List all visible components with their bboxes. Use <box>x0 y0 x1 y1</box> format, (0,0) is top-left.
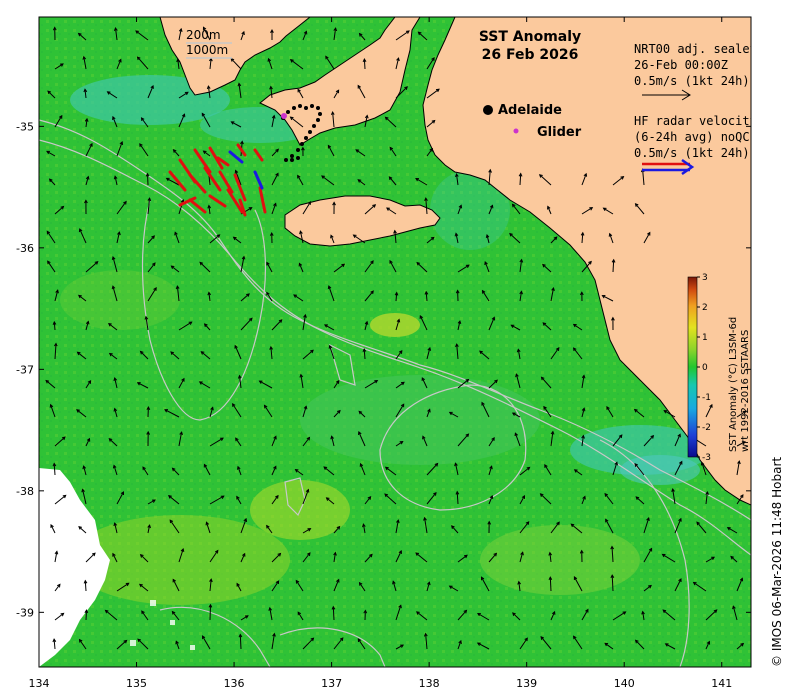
glider-position-marker <box>281 113 287 119</box>
radar-info-line3: 0.5m/s (1kt 24h) <box>634 146 750 160</box>
colorbar-title-line2: wrt 1992-2016 SSTAARS <box>740 330 751 452</box>
map-title-line1: SST Anomaly <box>479 29 581 45</box>
sealevel-info-line3: 0.5m/s (1kt 24h) <box>634 74 750 88</box>
adelaide-label: Adelaide <box>498 103 562 118</box>
velocity-arrow <box>239 634 242 650</box>
x-axis-labels: 134 135 136 137 138 139 140 141 <box>29 677 733 690</box>
sealevel-info-line2: 26-Feb 00:00Z <box>634 58 728 72</box>
colorbar-tick-label: -1 <box>702 393 711 403</box>
glider-label: Glider <box>537 125 582 140</box>
radar-info-line2: (6-24h avg) noQC <box>634 130 750 144</box>
depth-legend-200m: 200m <box>186 28 221 42</box>
colorbar-tick-label: -3 <box>702 453 711 463</box>
y-tick-label: -39 <box>16 606 34 619</box>
map-title-line2: 26 Feb 2026 <box>482 47 579 63</box>
colorbar-title-line1: SST Anomaly (°C) L3SM-6d <box>728 317 739 452</box>
x-tick-label: 140 <box>614 677 635 690</box>
radar-info-line1: HF radar velocity <box>634 114 757 128</box>
y-axis-labels: -35 -36 -37 -38 -39 <box>16 120 34 619</box>
velocity-arrow <box>209 604 211 621</box>
colorbar-tick-label: 3 <box>702 273 708 283</box>
x-tick-label: 141 <box>711 677 732 690</box>
x-tick-label: 134 <box>29 677 50 690</box>
y-tick-label: -37 <box>16 363 34 376</box>
x-tick-label: 139 <box>516 677 537 690</box>
colorbar-tick-label: 1 <box>702 333 708 343</box>
colorbar <box>687 276 698 458</box>
glider-legend-marker <box>513 128 519 134</box>
y-tick-label: -38 <box>16 485 34 498</box>
x-tick-label: 136 <box>224 677 245 690</box>
map-plot-area: Adelaide Glider 200m 1000m SST Anomaly 2… <box>39 17 757 667</box>
y-tick-label: -35 <box>16 120 34 133</box>
x-tick-label: 138 <box>419 677 440 690</box>
credit-text: © IMOS 06-Mar-2026 11:48 Hobart <box>770 457 784 667</box>
velocity-arrow <box>549 577 552 592</box>
sst-anomaly-map: Adelaide Glider 200m 1000m SST Anomaly 2… <box>16 16 784 690</box>
x-tick-label: 135 <box>126 677 147 690</box>
y-tick-label: -36 <box>16 242 34 255</box>
velocity-arrow <box>332 606 335 621</box>
depth-legend-1000m: 1000m <box>186 43 228 57</box>
colorbar-tick-label: 0 <box>702 363 708 373</box>
adelaide-marker <box>483 105 493 115</box>
colorbar-tick-label: -2 <box>702 423 711 433</box>
x-tick-label: 137 <box>321 677 342 690</box>
colorbar-tick-label: 2 <box>702 303 708 313</box>
